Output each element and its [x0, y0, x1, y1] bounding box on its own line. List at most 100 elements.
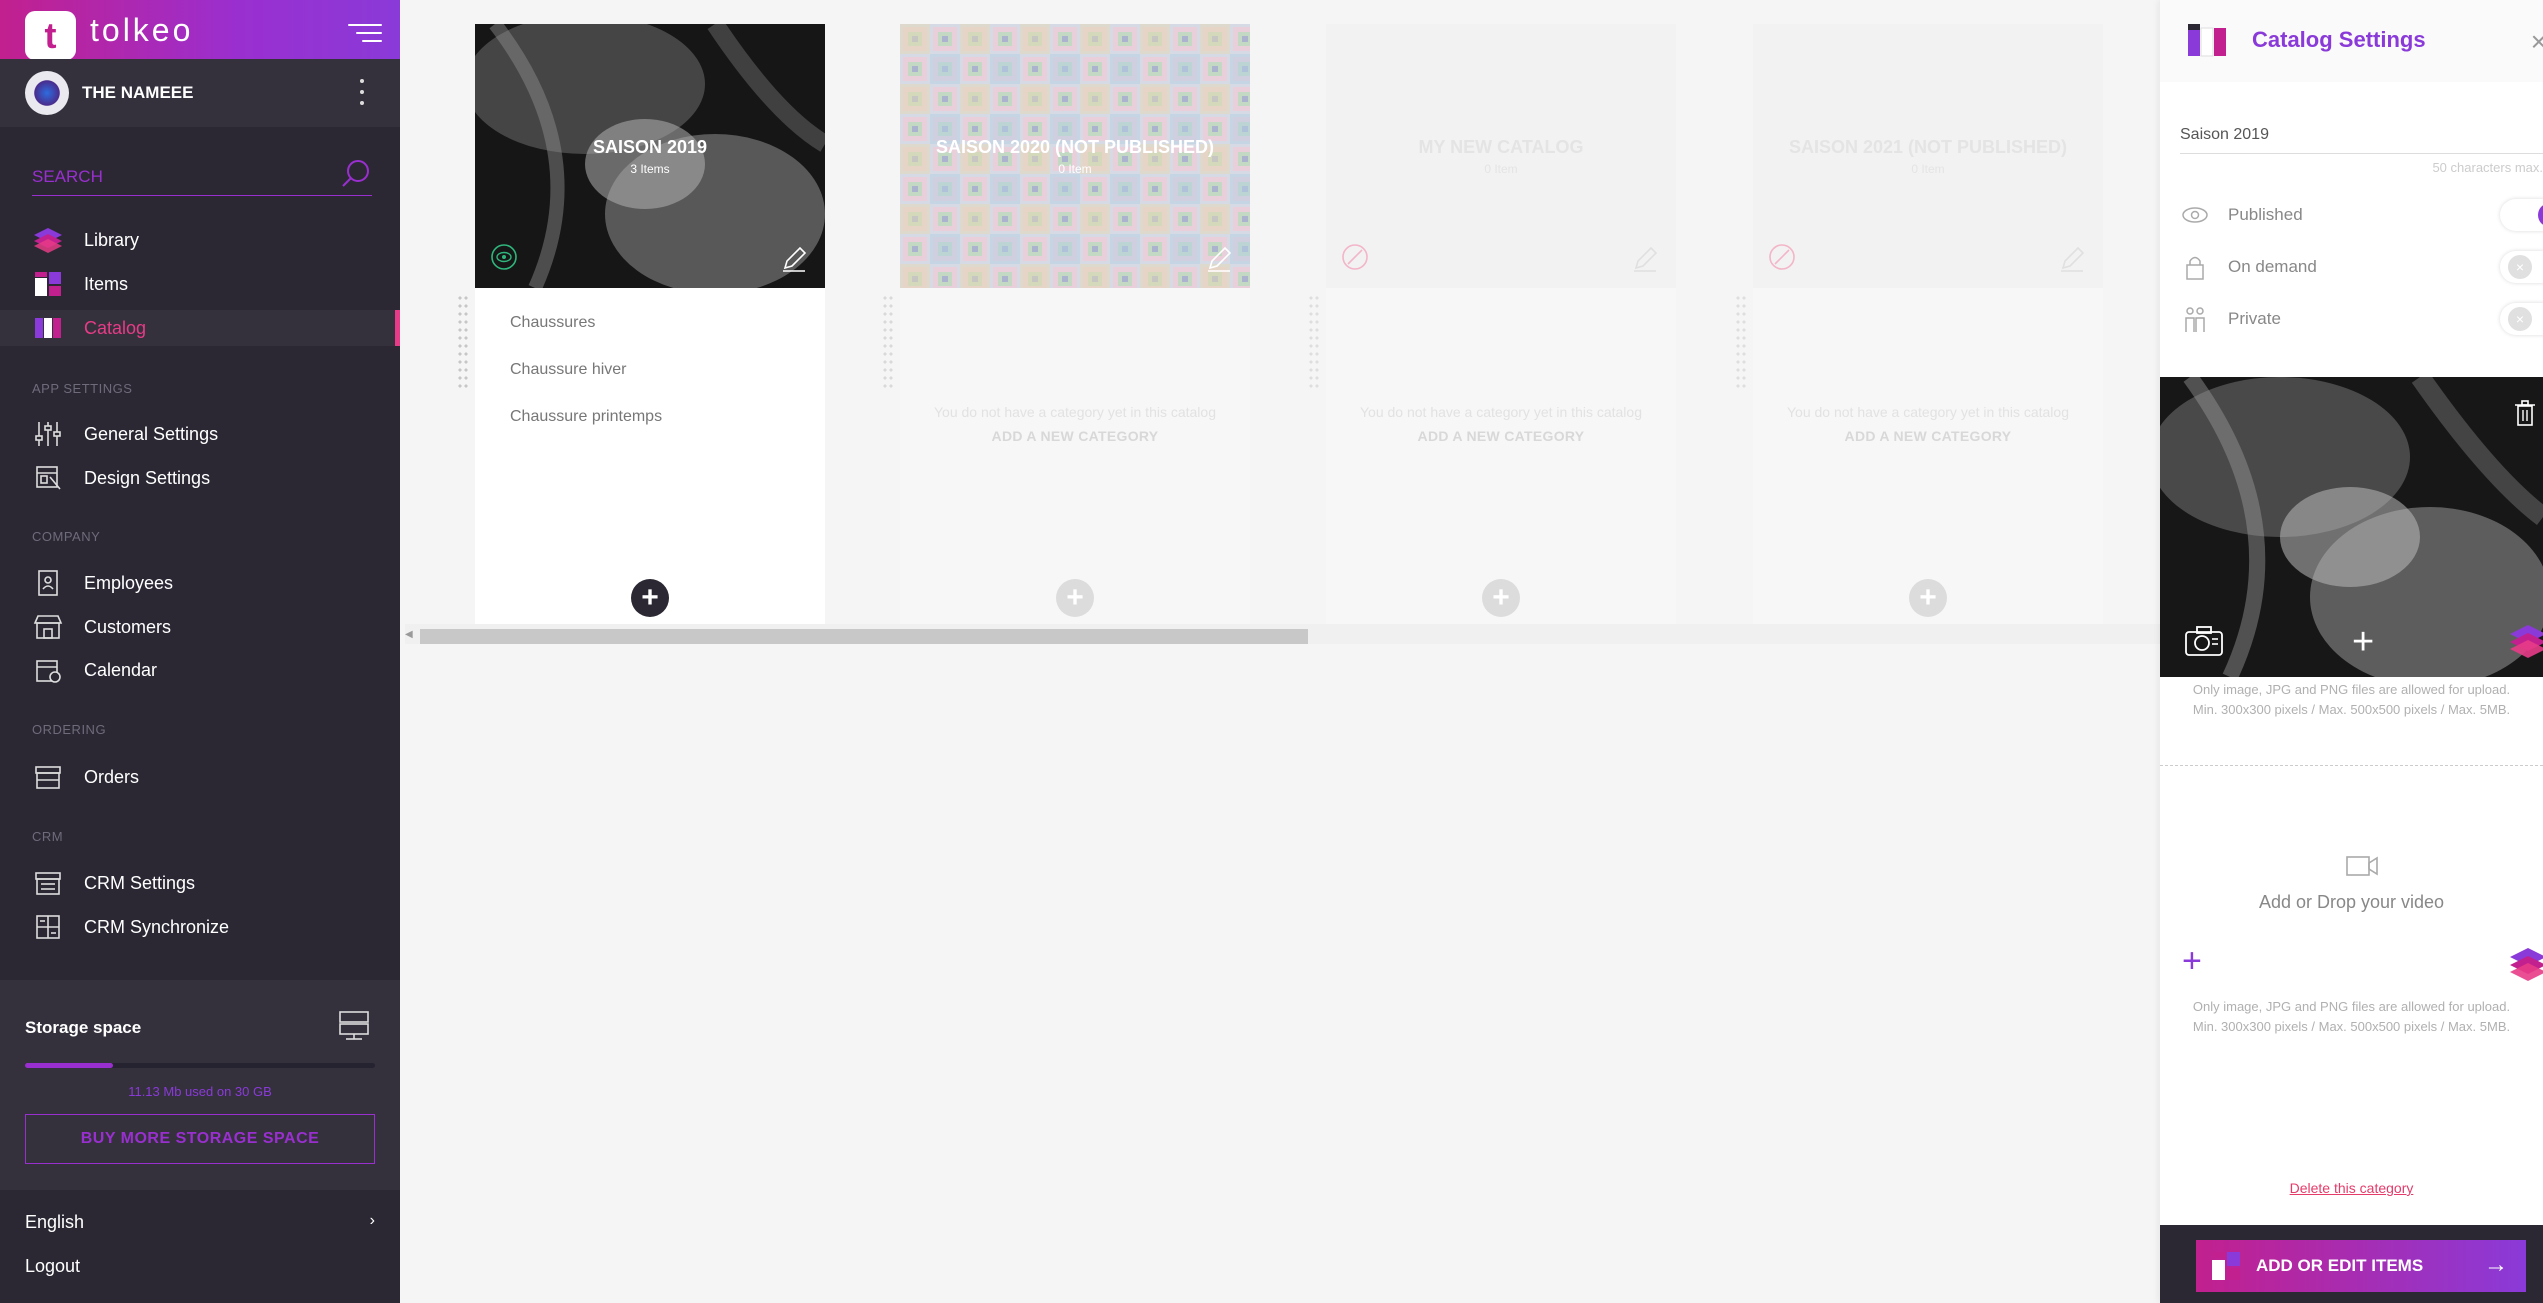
add-or-edit-items-button[interactable]: ADD OR EDIT ITEMS →	[2196, 1240, 2526, 1292]
add-category-button[interactable]: +	[1056, 579, 1094, 617]
hamburger-menu-icon[interactable]	[348, 24, 382, 46]
video-camera-icon	[2346, 856, 2378, 876]
private-toggle[interactable]: ×	[2500, 303, 2543, 335]
more-vertical-icon[interactable]	[358, 79, 366, 105]
empty-category-message: You do not have a category yet in this c…	[933, 404, 1216, 420]
horizontal-scrollbar[interactable]: ◀	[405, 624, 2160, 644]
catalog-cover[interactable]: SAISON 2019 3 Items	[475, 24, 825, 288]
employee-badge-icon	[30, 568, 66, 598]
sidebar-item-label: Catalog	[84, 317, 147, 338]
catalog-settings-panel: Catalog Settings × 50 characters max. Pu…	[2160, 0, 2543, 1303]
catalog-cover[interactable]: SAISON 2021 (NOT PUBLISHED) 0 Item	[1753, 24, 2103, 288]
storage-progress-bar	[25, 1063, 375, 1068]
close-icon[interactable]: ×	[2531, 26, 2543, 58]
storage-title: Storage space	[25, 1018, 142, 1037]
on-demand-toggle[interactable]: ×	[2500, 251, 2543, 283]
section-label-ordering: ORDERING	[32, 722, 107, 737]
category-link[interactable]: Chaussures	[510, 314, 595, 332]
sidebar-item-items[interactable]: Items	[0, 266, 400, 302]
video-upload-note: Only image, JPG and PNG files are allowe…	[2160, 997, 2543, 1037]
add-new-category-link[interactable]: ADD A NEW CATEGORY	[1326, 428, 1676, 444]
catalog-cover[interactable]: SAISON 2020 (NOT PUBLISHED) 0 Item	[900, 24, 1250, 288]
edit-pencil-icon[interactable]	[2057, 244, 2087, 274]
people-icon	[2185, 307, 2205, 332]
library-layers-icon[interactable]	[2508, 944, 2543, 984]
catalog-cover[interactable]: MY NEW CATALOG 0 Item	[1326, 24, 1676, 288]
section-label-company: COMPANY	[32, 529, 101, 544]
toggle-label: On demand	[2228, 257, 2317, 276]
section-divider	[2160, 765, 2543, 766]
chevron-right-icon: ›	[369, 1212, 375, 1229]
store-icon	[30, 612, 66, 642]
add-category-button[interactable]: +	[631, 579, 669, 617]
scrollbar-thumb[interactable]	[420, 629, 1308, 644]
sidebar-item-employees[interactable]: Employees	[0, 565, 400, 601]
upload-note-line: Min. 300x300 pixels / Max. 500x500 pixel…	[2192, 702, 2511, 717]
sidebar-item-label: Orders	[84, 766, 140, 787]
sidebar-item-label: Library	[84, 229, 140, 250]
unpublished-eye-icon[interactable]	[1769, 244, 1795, 270]
add-new-category-link[interactable]: ADD A NEW CATEGORY	[1753, 428, 2103, 444]
logout-link[interactable]: Logout	[25, 1256, 80, 1277]
sidebar-item-label: Design Settings	[84, 467, 211, 488]
drag-handle-icon[interactable]	[1308, 294, 1320, 389]
library-layers-icon[interactable]	[2508, 621, 2543, 661]
add-video-icon[interactable]: +	[2182, 942, 2202, 981]
sidebar-item-customers[interactable]: Customers	[0, 609, 400, 645]
panel-header: Catalog Settings ×	[2160, 0, 2543, 82]
category-link[interactable]: Chaussure hiver	[510, 361, 627, 379]
buy-storage-button[interactable]: BUY MORE STORAGE SPACE	[25, 1114, 375, 1164]
avatar[interactable]	[25, 71, 69, 115]
button-label: ADD OR EDIT ITEMS	[2256, 1256, 2424, 1275]
cover-image-dropzone[interactable]: +	[2160, 377, 2543, 677]
drag-handle-icon[interactable]	[882, 294, 894, 389]
search-input[interactable]	[32, 150, 322, 194]
search-icon[interactable]	[340, 158, 372, 190]
add-category-button[interactable]: +	[1482, 579, 1520, 617]
edit-pencil-icon[interactable]	[779, 244, 809, 274]
add-image-icon[interactable]: +	[2352, 621, 2374, 664]
edit-pencil-icon[interactable]	[1630, 244, 1660, 274]
image-upload-note: Only image, JPG and PNG files are allowe…	[2160, 680, 2543, 720]
video-dropzone-label[interactable]: Add or Drop your video	[2160, 892, 2543, 913]
sidebar-item-design-settings[interactable]: Design Settings	[0, 460, 400, 496]
scroll-left-arrow-icon[interactable]: ◀	[405, 629, 413, 640]
upload-note-line: Min. 300x300 pixels / Max. 500x500 pixel…	[2192, 1019, 2511, 1034]
edit-pencil-icon[interactable]	[1204, 244, 1234, 274]
drag-handle-icon[interactable]	[457, 294, 469, 389]
add-category-button[interactable]: +	[1909, 579, 1947, 617]
sidebar-item-calendar[interactable]: Calendar	[0, 652, 400, 688]
unpublished-eye-icon[interactable]	[1342, 244, 1368, 270]
sidebar-item-orders[interactable]: Orders	[0, 759, 400, 795]
drag-handle-icon[interactable]	[1735, 294, 1747, 389]
search-bar	[32, 150, 372, 196]
catalog-title: SAISON 2021 (NOT PUBLISHED)	[1788, 136, 2068, 157]
brand-logo[interactable]: t	[25, 11, 76, 60]
sidebar-item-label: Calendar	[84, 659, 158, 680]
catalog-column: SAISON 2020 (NOT PUBLISHED) 0 Item You d…	[882, 24, 1250, 624]
sidebar-item-crm-settings[interactable]: CRM Settings	[0, 865, 400, 901]
sidebar-item-general-settings[interactable]: General Settings	[0, 416, 400, 452]
catalog-name-field[interactable]	[2180, 104, 2543, 154]
empty-category-message: You do not have a category yet in this c…	[1786, 404, 2069, 420]
sidebar-item-crm-synchronize[interactable]: CRM Synchronize	[0, 909, 400, 945]
trash-icon[interactable]	[2513, 399, 2537, 427]
eye-icon	[2182, 207, 2208, 223]
category-link[interactable]: Chaussure printemps	[510, 408, 662, 426]
add-new-category-link[interactable]: ADD A NEW CATEGORY	[900, 428, 1250, 444]
upload-note-line: Only image, JPG and PNG files are allowe…	[2192, 682, 2511, 697]
delete-category-link[interactable]: Delete this category	[2160, 1180, 2543, 1196]
sidebar-item-label: CRM Settings	[84, 872, 196, 893]
user-name[interactable]: THE NAMEEE	[82, 83, 193, 103]
published-toggle[interactable]: ✓	[2500, 199, 2543, 231]
language-selector[interactable]: English ›	[25, 1212, 375, 1233]
server-icon	[339, 1011, 369, 1040]
camera-icon[interactable]	[2184, 625, 2224, 657]
panel-footer: ADD OR EDIT ITEMS →	[2160, 1225, 2543, 1303]
sidebar-item-library[interactable]: Library	[0, 222, 400, 258]
sidebar-item-label: General Settings	[84, 423, 219, 444]
published-eye-icon[interactable]	[491, 244, 517, 270]
catalog-title: SAISON 2019	[592, 136, 708, 157]
toggle-private-row: Private ×	[2180, 299, 2543, 339]
sidebar-item-catalog[interactable]: Catalog	[0, 310, 400, 346]
